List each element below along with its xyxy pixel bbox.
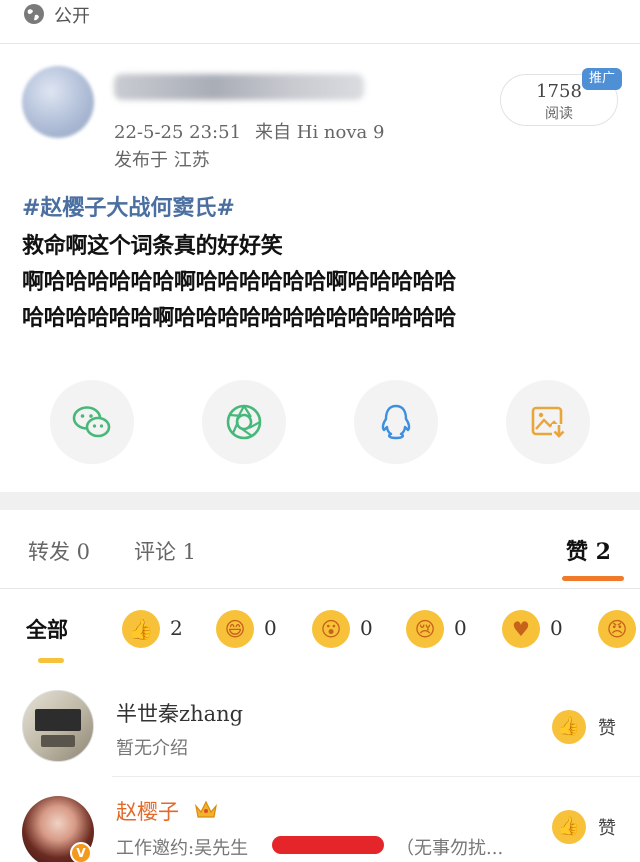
thumbs-up-emoji-icon[interactable]: 👍 xyxy=(552,710,586,744)
tabs-divider xyxy=(0,588,640,589)
filter-active-indicator xyxy=(38,658,64,663)
reaction-count: 2 xyxy=(170,616,183,640)
share-wechat-button[interactable] xyxy=(50,380,134,464)
post-datetime: 22-5-25 23:51 xyxy=(114,122,242,143)
thumbs-up-emoji-icon: 👍 xyxy=(122,610,160,648)
globe-icon xyxy=(24,4,44,24)
row-divider xyxy=(112,776,640,777)
liker-bio: 工作邀约:吴先生 xyxy=(116,838,249,859)
post-text-line: 啊哈哈哈哈哈哈啊哈哈哈哈哈哈啊哈哈哈哈哈 xyxy=(22,269,457,295)
like-label: 赞 xyxy=(598,718,616,739)
post-text-line: 救命啊这个词条真的好好笑 xyxy=(22,233,283,259)
qq-icon xyxy=(381,404,411,440)
surprised-emoji-icon: 😮 xyxy=(312,610,350,648)
redacted-contact xyxy=(272,836,384,854)
post-meta: 22-5-25 23:51 来自 Hi nova 9 xyxy=(114,118,398,144)
filter-all[interactable]: 全部 xyxy=(26,614,68,644)
save-image-icon xyxy=(531,406,566,440)
thumbs-up-emoji-icon[interactable]: 👍 xyxy=(552,810,586,844)
share-qq-button[interactable] xyxy=(354,380,438,464)
heart-emoji-icon: ♥ xyxy=(502,610,540,648)
reads-label: 阅读 xyxy=(545,106,573,122)
angry-emoji-icon: 😠 xyxy=(598,610,636,648)
promo-badge[interactable]: 推广 xyxy=(582,68,622,90)
crown-icon xyxy=(195,800,217,818)
moments-icon xyxy=(226,404,262,440)
tab-repost[interactable]: 转发 0 xyxy=(28,536,90,566)
reaction-count: 0 xyxy=(360,616,373,640)
like-label: 赞 xyxy=(598,818,616,839)
reaction-count: 0 xyxy=(264,616,277,640)
crying-emoji-icon: 😢 xyxy=(406,610,444,648)
share-moments-button[interactable] xyxy=(202,380,286,464)
section-separator xyxy=(0,492,640,510)
post-location: 发布于 江苏 xyxy=(114,150,210,171)
tab-like[interactable]: 赞 2 xyxy=(566,534,611,566)
reaction-count: 0 xyxy=(454,616,467,640)
wechat-icon xyxy=(72,406,111,438)
visibility-label: 公开 xyxy=(54,6,90,27)
author-name-blurred[interactable] xyxy=(114,74,364,100)
hashtag-link[interactable]: #赵樱子大战何窦氏# xyxy=(22,190,235,222)
filter-angry[interactable]: 😠 xyxy=(598,610,640,650)
verified-badge: V xyxy=(70,842,92,862)
post-text-line: 哈哈哈哈哈哈啊哈哈哈哈哈哈哈哈哈哈哈哈哈 xyxy=(22,305,457,331)
liker-name[interactable]: 半世秦zhang xyxy=(116,698,243,728)
save-image-button[interactable] xyxy=(506,380,590,464)
tab-comment[interactable]: 评论 1 xyxy=(134,536,196,566)
reaction-count: 0 xyxy=(550,616,563,640)
liker-name[interactable]: 赵樱子 xyxy=(116,796,179,826)
liker-avatar[interactable] xyxy=(22,690,94,762)
post-source: 来自 Hi nova 9 xyxy=(255,122,385,143)
liker-bio: 暂无介绍 xyxy=(116,738,188,759)
laughing-emoji-icon: 😄 xyxy=(216,610,254,648)
liker-bio-suffix: （无事勿扰... xyxy=(396,838,504,859)
author-avatar[interactable] xyxy=(22,66,94,138)
active-tab-indicator xyxy=(562,576,624,581)
visibility-bar: 公开 xyxy=(0,0,640,44)
